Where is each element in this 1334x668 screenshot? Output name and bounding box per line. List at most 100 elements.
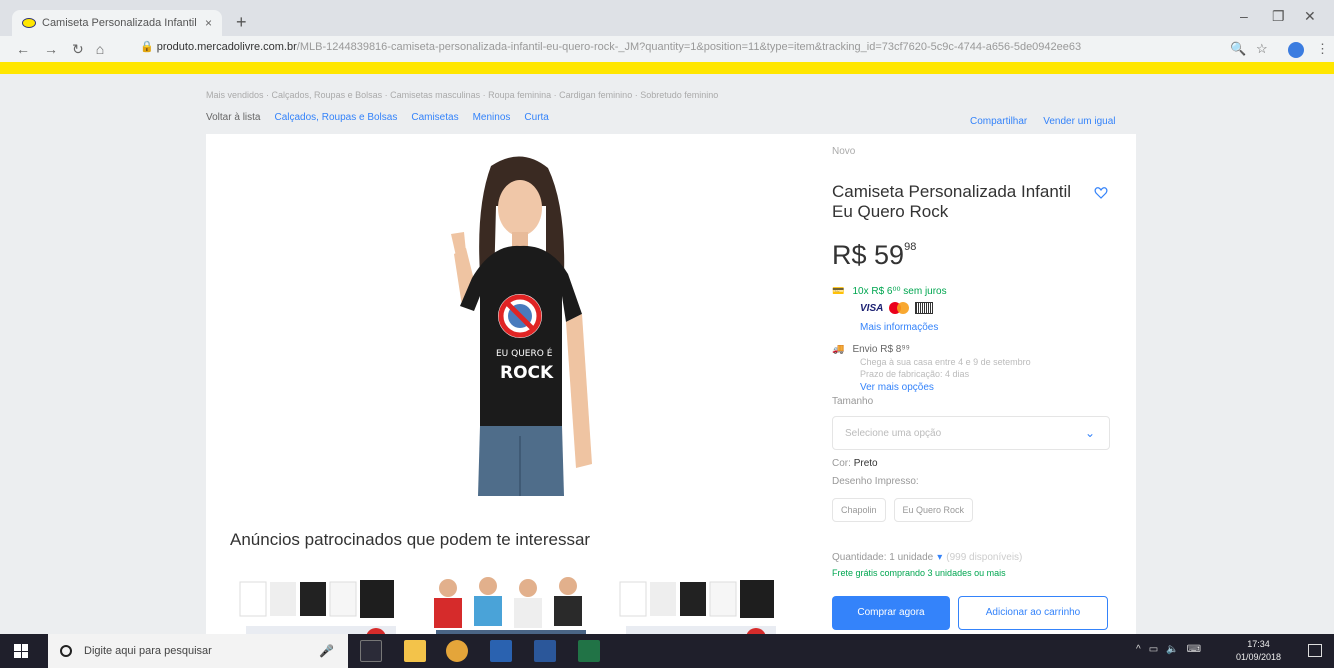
forward-arrow-icon[interactable]: → bbox=[44, 41, 58, 57]
profile-avatar[interactable] bbox=[1288, 42, 1304, 58]
microphone-icon[interactable]: 🎤 bbox=[319, 644, 334, 658]
more-options-link[interactable]: Ver mais opções bbox=[860, 382, 934, 393]
clock-date: 01/09/2018 bbox=[1236, 652, 1282, 662]
url-path: /MLB-1244839816-camiseta-personalizada-i… bbox=[296, 41, 1082, 53]
cortana-icon bbox=[60, 645, 72, 657]
browser-tab[interactable]: Camiseta Personalizada Infantil × bbox=[12, 10, 222, 36]
size-label: Tamanho bbox=[832, 396, 874, 407]
reload-icon[interactable]: ↻ bbox=[72, 41, 84, 58]
share-links: Compartilhar Vender um igual bbox=[970, 116, 1116, 127]
price-cents: 98 bbox=[904, 241, 917, 253]
related-searches[interactable]: Mais vendidos · Calçados, Roupas e Bolsa… bbox=[206, 90, 718, 100]
breadcrumb-item[interactable]: Curta bbox=[524, 112, 548, 123]
home-icon[interactable]: ⌂ bbox=[96, 41, 104, 57]
product-card: EU QUERO É ROCK Anúncios patrocinados qu… bbox=[206, 134, 1136, 650]
svg-text:EU QUERO É: EU QUERO É bbox=[496, 347, 553, 359]
color-value: Preto bbox=[853, 458, 878, 469]
quantity-label: Quantidade: 1 unidade bbox=[832, 552, 934, 563]
address-bar: ← → ↻ ⌂ 🔒 produto.mercadolivre.com.br/ML… bbox=[0, 36, 1334, 62]
print-option-chip[interactable]: Chapolin bbox=[832, 498, 886, 522]
url-field[interactable]: 🔒 produto.mercadolivre.com.br/MLB-124483… bbox=[140, 40, 1220, 58]
page-content: Mais vendidos · Calçados, Roupas e Bolsa… bbox=[0, 74, 1334, 650]
word-icon[interactable] bbox=[534, 640, 556, 662]
size-select[interactable]: Selecione uma opção ⌄ bbox=[832, 416, 1110, 450]
browser-tabbar: Camiseta Personalizada Infantil × + – ❐ … bbox=[0, 0, 1334, 36]
product-photo[interactable]: EU QUERO É ROCK bbox=[396, 146, 636, 496]
quantity-available: (999 disponíveis) bbox=[946, 552, 1023, 563]
price-currency: R$ bbox=[832, 240, 867, 270]
boleto-icon bbox=[915, 302, 934, 314]
truck-icon: 🚚 bbox=[832, 344, 845, 355]
svg-text:ROCK: ROCK bbox=[500, 363, 554, 383]
payment-methods: VISA bbox=[860, 302, 934, 314]
mercadolivre-favicon-icon bbox=[22, 18, 36, 28]
shipping-eta: Chega à sua casa entre 4 e 9 de setembro bbox=[860, 357, 1031, 367]
close-tab-icon[interactable]: × bbox=[205, 16, 212, 30]
back-to-list-link[interactable]: Voltar à lista bbox=[206, 112, 260, 123]
visa-icon: VISA bbox=[860, 302, 884, 314]
credit-card-icon: 💳 bbox=[832, 286, 845, 297]
installments-text: 10x R$ 6⁰⁰ sem juros bbox=[852, 286, 947, 297]
mastercard-icon bbox=[889, 302, 910, 314]
back-arrow-icon[interactable]: ← bbox=[16, 41, 30, 57]
zoom-icon[interactable]: 🔍 bbox=[1230, 41, 1246, 57]
price: R$ 5998 bbox=[832, 240, 916, 271]
quantity-selector[interactable]: Quantidade: 1 unidade ▾ (999 disponíveis… bbox=[832, 552, 1022, 563]
breadcrumb-item[interactable]: Calçados, Roupas e Bolsas bbox=[274, 112, 397, 123]
print-option-chip[interactable]: Eu Quero Rock bbox=[893, 498, 974, 522]
clock-time: 17:34 bbox=[1247, 639, 1270, 649]
color-row: Cor: Preto bbox=[832, 458, 878, 469]
color-label: Cor: bbox=[832, 458, 851, 469]
taskbar-search[interactable]: Digite aqui para pesquisar 🎤 bbox=[48, 634, 348, 668]
price-integer: 59 bbox=[874, 240, 905, 270]
shipping: 🚚 Envio R$ 8⁹⁹ bbox=[832, 344, 910, 355]
sell-similar-link[interactable]: Vender um igual bbox=[1043, 116, 1115, 127]
buy-now-button[interactable]: Comprar agora bbox=[832, 596, 950, 630]
manufacturing-time: Prazo de fabricação: 4 dias bbox=[860, 369, 970, 379]
chevron-down-icon: ▾ bbox=[937, 552, 943, 563]
site-header-strip bbox=[0, 62, 1334, 74]
print-label: Desenho Impresso: bbox=[832, 476, 919, 487]
close-window-icon[interactable]: ✕ bbox=[1304, 8, 1316, 25]
installments: 💳 10x R$ 6⁰⁰ sem juros bbox=[832, 286, 947, 297]
breadcrumb-item[interactable]: Meninos bbox=[473, 112, 511, 123]
breadcrumb-item[interactable]: Camisetas bbox=[411, 112, 458, 123]
maximize-icon[interactable]: ❐ bbox=[1272, 8, 1285, 25]
file-explorer-icon[interactable] bbox=[404, 640, 426, 662]
favorite-heart-icon[interactable] bbox=[1094, 186, 1108, 200]
url-host: produto.mercadolivre.com.br bbox=[156, 41, 297, 53]
breadcrumb: Voltar à lista Calçados, Roupas e Bolsas… bbox=[206, 112, 549, 123]
more-info-link[interactable]: Mais informações bbox=[860, 322, 938, 333]
chevron-down-icon: ⌄ bbox=[1084, 426, 1095, 440]
system-tray: ^ ▭ 🔈 ⌨ bbox=[1136, 644, 1201, 655]
chevron-up-icon[interactable]: ^ bbox=[1136, 644, 1141, 655]
free-shipping-note: Frete grátis comprando 3 unidades ou mai… bbox=[832, 568, 1006, 578]
bookmark-star-icon[interactable]: ☆ bbox=[1256, 41, 1268, 57]
add-to-cart-button[interactable]: Adicionar ao carrinho bbox=[958, 596, 1108, 630]
tab-title: Camiseta Personalizada Infantil bbox=[42, 17, 197, 29]
product-title: Camiseta Personalizada Infantil Eu Quero… bbox=[832, 182, 1072, 221]
task-view-icon[interactable] bbox=[360, 640, 382, 662]
volume-icon[interactable]: 🔈 bbox=[1166, 644, 1178, 655]
clock[interactable]: 17:34 01/09/2018 bbox=[1236, 638, 1281, 664]
excel-icon[interactable] bbox=[578, 640, 600, 662]
windows-taskbar: Digite aqui para pesquisar 🎤 ^ ▭ 🔈 ⌨ 17:… bbox=[0, 634, 1334, 668]
share-link[interactable]: Compartilhar bbox=[970, 116, 1027, 127]
network-icon[interactable]: ▭ bbox=[1149, 644, 1158, 655]
notifications-icon[interactable] bbox=[1308, 644, 1322, 657]
shipping-details: Chega à sua casa entre 4 e 9 de setembro… bbox=[860, 356, 1031, 380]
buy-box: Novo Camiseta Personalizada Infantil Eu … bbox=[832, 146, 1112, 646]
menu-dots-icon[interactable]: ⋮ bbox=[1316, 41, 1329, 57]
new-tab-button[interactable]: + bbox=[236, 12, 247, 33]
size-placeholder: Selecione uma opção bbox=[845, 428, 942, 439]
windows-start-icon[interactable] bbox=[14, 644, 28, 658]
minimize-icon[interactable]: – bbox=[1240, 8, 1248, 24]
print-options: Chapolin Eu Quero Rock bbox=[832, 498, 974, 522]
condition-label: Novo bbox=[832, 146, 856, 157]
language-icon[interactable]: ⌨ bbox=[1187, 644, 1201, 655]
chrome-icon[interactable] bbox=[446, 640, 468, 662]
sponsored-heading: Anúncios patrocinados que podem te inter… bbox=[230, 530, 591, 549]
shipping-price: Envio R$ 8⁹⁹ bbox=[852, 344, 910, 355]
taskbar-search-placeholder: Digite aqui para pesquisar bbox=[84, 645, 212, 657]
photos-icon[interactable] bbox=[490, 640, 512, 662]
